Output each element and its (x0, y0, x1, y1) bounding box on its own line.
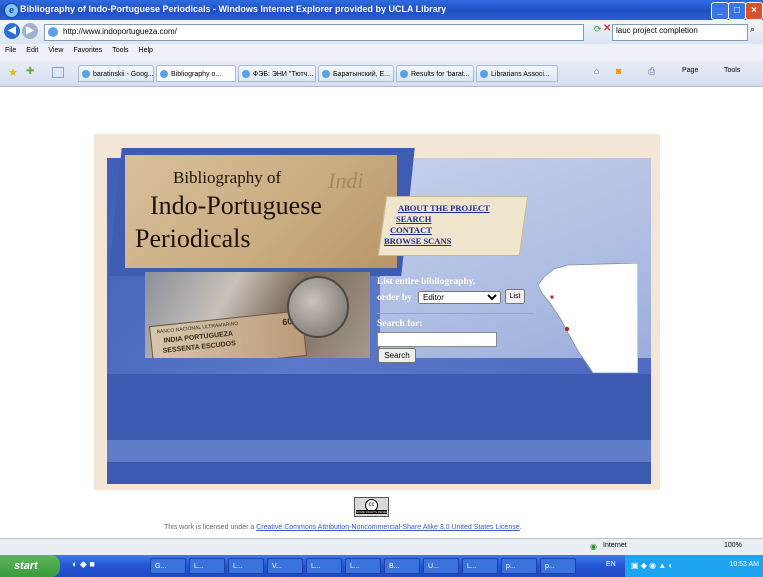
taskbar-item[interactable]: p... (540, 558, 576, 574)
license-link[interactable]: Creative Commons Attribution-Noncommerci… (256, 524, 519, 531)
search-icon[interactable]: ⌕ (750, 24, 755, 35)
print-icon[interactable]: ⎙ (648, 66, 655, 77)
search-input[interactable] (613, 25, 745, 36)
system-tray: ▣ ◆ ◉ ▲ ◐ 10:53 AM (625, 555, 763, 577)
divider (377, 313, 533, 314)
address-field[interactable]: http://www.indoportugueza.com/ (44, 24, 584, 41)
taskbar-item[interactable]: B... (384, 558, 420, 574)
footer-strip (107, 440, 651, 462)
taskbar-item[interactable]: G... (150, 558, 186, 574)
site-title-line1: Bibliography of (173, 168, 282, 187)
license-text: This work is licensed under a Creative C… (164, 524, 522, 531)
menu-edit[interactable]: Edit (21, 44, 43, 57)
taskbar-item[interactable]: L... (306, 558, 342, 574)
ie-logo-icon: e (4, 3, 19, 18)
map-marker (564, 326, 570, 332)
title-watermark: Indi (328, 168, 364, 193)
taskbar-item[interactable]: L... (189, 558, 225, 574)
license-prefix: This work is licensed under a (164, 524, 257, 531)
search-for-label: Search for: (377, 319, 423, 329)
nav-contact-link[interactable]: CONTACT (390, 225, 432, 235)
menu-file[interactable]: File (0, 44, 21, 57)
coin (287, 276, 349, 338)
internet-zone-icon: ◉ (590, 542, 597, 551)
page-menu[interactable]: Page (682, 67, 698, 74)
taskbar-item[interactable]: V... (267, 558, 303, 574)
page-icon (48, 27, 58, 37)
banknote-photo: BANCO NACIONAL ULTRAMARINO INDIA PORTUGU… (145, 272, 370, 358)
cc-badge-text: SOME RIGHTS RESERVED (356, 510, 387, 514)
map-marker (550, 295, 554, 299)
taskbar-item[interactable]: p... (501, 558, 537, 574)
favorites-star-icon[interactable]: ★ (8, 66, 18, 79)
quicklaunch-icon[interactable]: ◐ ◆ ■ (72, 559, 95, 570)
tab-baratinskii[interactable]: baratinskii - Goog... (78, 65, 154, 82)
banknote: BANCO NACIONAL ULTRAMARINO INDIA PORTUGU… (149, 310, 307, 358)
list-button[interactable]: List (505, 289, 525, 304)
menu-help[interactable]: Help (134, 44, 158, 57)
address-url: http://www.indoportugueza.com/ (63, 27, 177, 36)
taskbar-item[interactable]: L... (345, 558, 381, 574)
status-bar: ◉ Internet 100% (0, 538, 763, 556)
order-by-label: order by (377, 293, 412, 303)
language-indicator[interactable]: EN (606, 561, 616, 568)
window-title-bar: e Bibliography of Indo-Portuguese Period… (0, 0, 763, 20)
tab-results[interactable]: Results for 'barat... (396, 65, 474, 82)
menu-favorites[interactable]: Favorites (68, 44, 107, 57)
list-label: List entire bibliography, (377, 277, 476, 287)
nav-search-link[interactable]: SEARCH (396, 214, 431, 224)
add-favorite-icon[interactable]: ✚ (26, 66, 34, 77)
tray-icons[interactable]: ▣ ◆ ◉ ▲ ◐ (631, 561, 673, 570)
home-icon[interactable]: ⌂ (594, 66, 599, 76)
zoom-level[interactable]: 100% (724, 542, 742, 549)
clock: 10:53 AM (729, 561, 759, 568)
site-search-button[interactable]: Search (378, 348, 416, 363)
maximize-button[interactable]: □ (728, 2, 746, 20)
quick-tabs-icon[interactable] (52, 67, 64, 78)
tab-librarians[interactable]: Librarians Associ... (476, 65, 558, 82)
search-field[interactable] (612, 24, 748, 41)
zone-label: Internet (603, 542, 627, 549)
back-icon[interactable]: ◀ (4, 23, 20, 39)
order-by-select[interactable]: Editor (418, 291, 501, 304)
tab-baratynskii[interactable]: Баратынский, Е... (318, 65, 394, 82)
taskbar-item[interactable]: U... (423, 558, 459, 574)
site-search-input[interactable] (377, 332, 497, 347)
india-map (538, 263, 638, 373)
tab-bibliography[interactable]: Bibliography o... (156, 65, 236, 82)
tab-feb[interactable]: ФЭБ: ЭНИ "Тютч... (238, 65, 316, 82)
site-title-line2: Indo-Portuguese (150, 191, 322, 220)
close-button[interactable]: × (745, 2, 763, 20)
tools-menu[interactable]: Tools (724, 67, 740, 74)
license-suffix: . (519, 524, 522, 531)
cc-license-badge[interactable]: cc SOME RIGHTS RESERVED (354, 497, 389, 517)
taskbar-item[interactable]: L... (228, 558, 264, 574)
tab-bar: ★ ✚ baratinskii - Goog... Bibliography o… (0, 60, 763, 87)
start-button[interactable]: start (0, 555, 60, 577)
menu-tools[interactable]: Tools (107, 44, 133, 57)
minimize-button[interactable]: _ (711, 2, 729, 20)
window-title: Bibliography of Indo-Portuguese Periodic… (20, 4, 447, 14)
stop-icon[interactable]: ✕ (603, 23, 611, 34)
taskbar-item[interactable]: L... (462, 558, 498, 574)
refresh-icon[interactable]: ⟳ (594, 24, 602, 35)
feeds-icon[interactable]: ◙ (616, 66, 621, 76)
menu-bar: File Edit View Favorites Tools Help (0, 44, 763, 61)
nav-browse-scans-link[interactable]: BROWSE SCANS (384, 236, 451, 246)
forward-icon[interactable]: ▶ (22, 23, 38, 39)
site-title-line3: Periodicals (135, 224, 251, 253)
nav-about-link[interactable]: ABOUT THE PROJECT (398, 203, 490, 213)
lower-panel (107, 374, 651, 484)
menu-view[interactable]: View (43, 44, 68, 57)
